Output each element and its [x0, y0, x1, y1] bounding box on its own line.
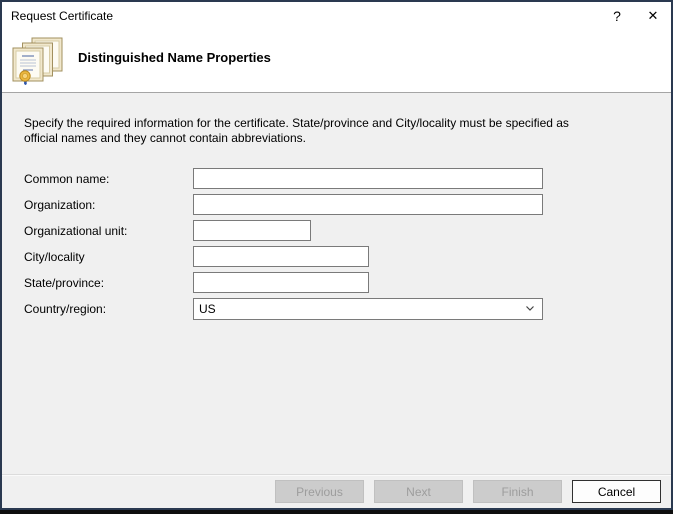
- certificates-stack-icon: [11, 37, 65, 92]
- country-region-label: Country/region:: [24, 302, 106, 316]
- organization-label: Organization:: [24, 198, 95, 212]
- common-name-label: Common name:: [24, 172, 109, 186]
- wizard-header: Distinguished Name Properties: [2, 30, 671, 93]
- close-button[interactable]: ✕: [635, 2, 671, 30]
- next-button[interactable]: Next: [374, 480, 463, 503]
- country-region-select[interactable]: US: [193, 298, 543, 320]
- state-province-label: State/province:: [24, 276, 104, 290]
- help-button[interactable]: ?: [599, 2, 635, 30]
- wizard-body: Specify the required information for the…: [2, 93, 671, 474]
- instructions-text: Specify the required information for the…: [24, 116, 576, 146]
- common-name-input[interactable]: [193, 168, 543, 189]
- previous-button[interactable]: Previous: [275, 480, 364, 503]
- organization-input[interactable]: [193, 194, 543, 215]
- window-title: Request Certificate: [11, 9, 599, 23]
- organizational-unit-input[interactable]: [193, 220, 311, 241]
- request-certificate-dialog: Request Certificate ? ✕: [0, 0, 673, 510]
- background-strip: [0, 510, 673, 514]
- organizational-unit-label: Organizational unit:: [24, 224, 127, 238]
- chevron-down-icon: [524, 302, 536, 317]
- finish-button[interactable]: Finish: [473, 480, 562, 503]
- page-title: Distinguished Name Properties: [78, 50, 271, 65]
- state-province-input[interactable]: [193, 272, 369, 293]
- cancel-button[interactable]: Cancel: [572, 480, 661, 503]
- titlebar: Request Certificate ? ✕: [2, 2, 671, 30]
- city-locality-label: City/locality: [24, 250, 85, 264]
- country-region-selected-value: US: [199, 302, 524, 316]
- help-icon: ?: [613, 8, 621, 24]
- city-locality-input[interactable]: [193, 246, 369, 267]
- close-icon: ✕: [648, 9, 659, 24]
- wizard-footer: Previous Next Finish Cancel: [2, 474, 671, 508]
